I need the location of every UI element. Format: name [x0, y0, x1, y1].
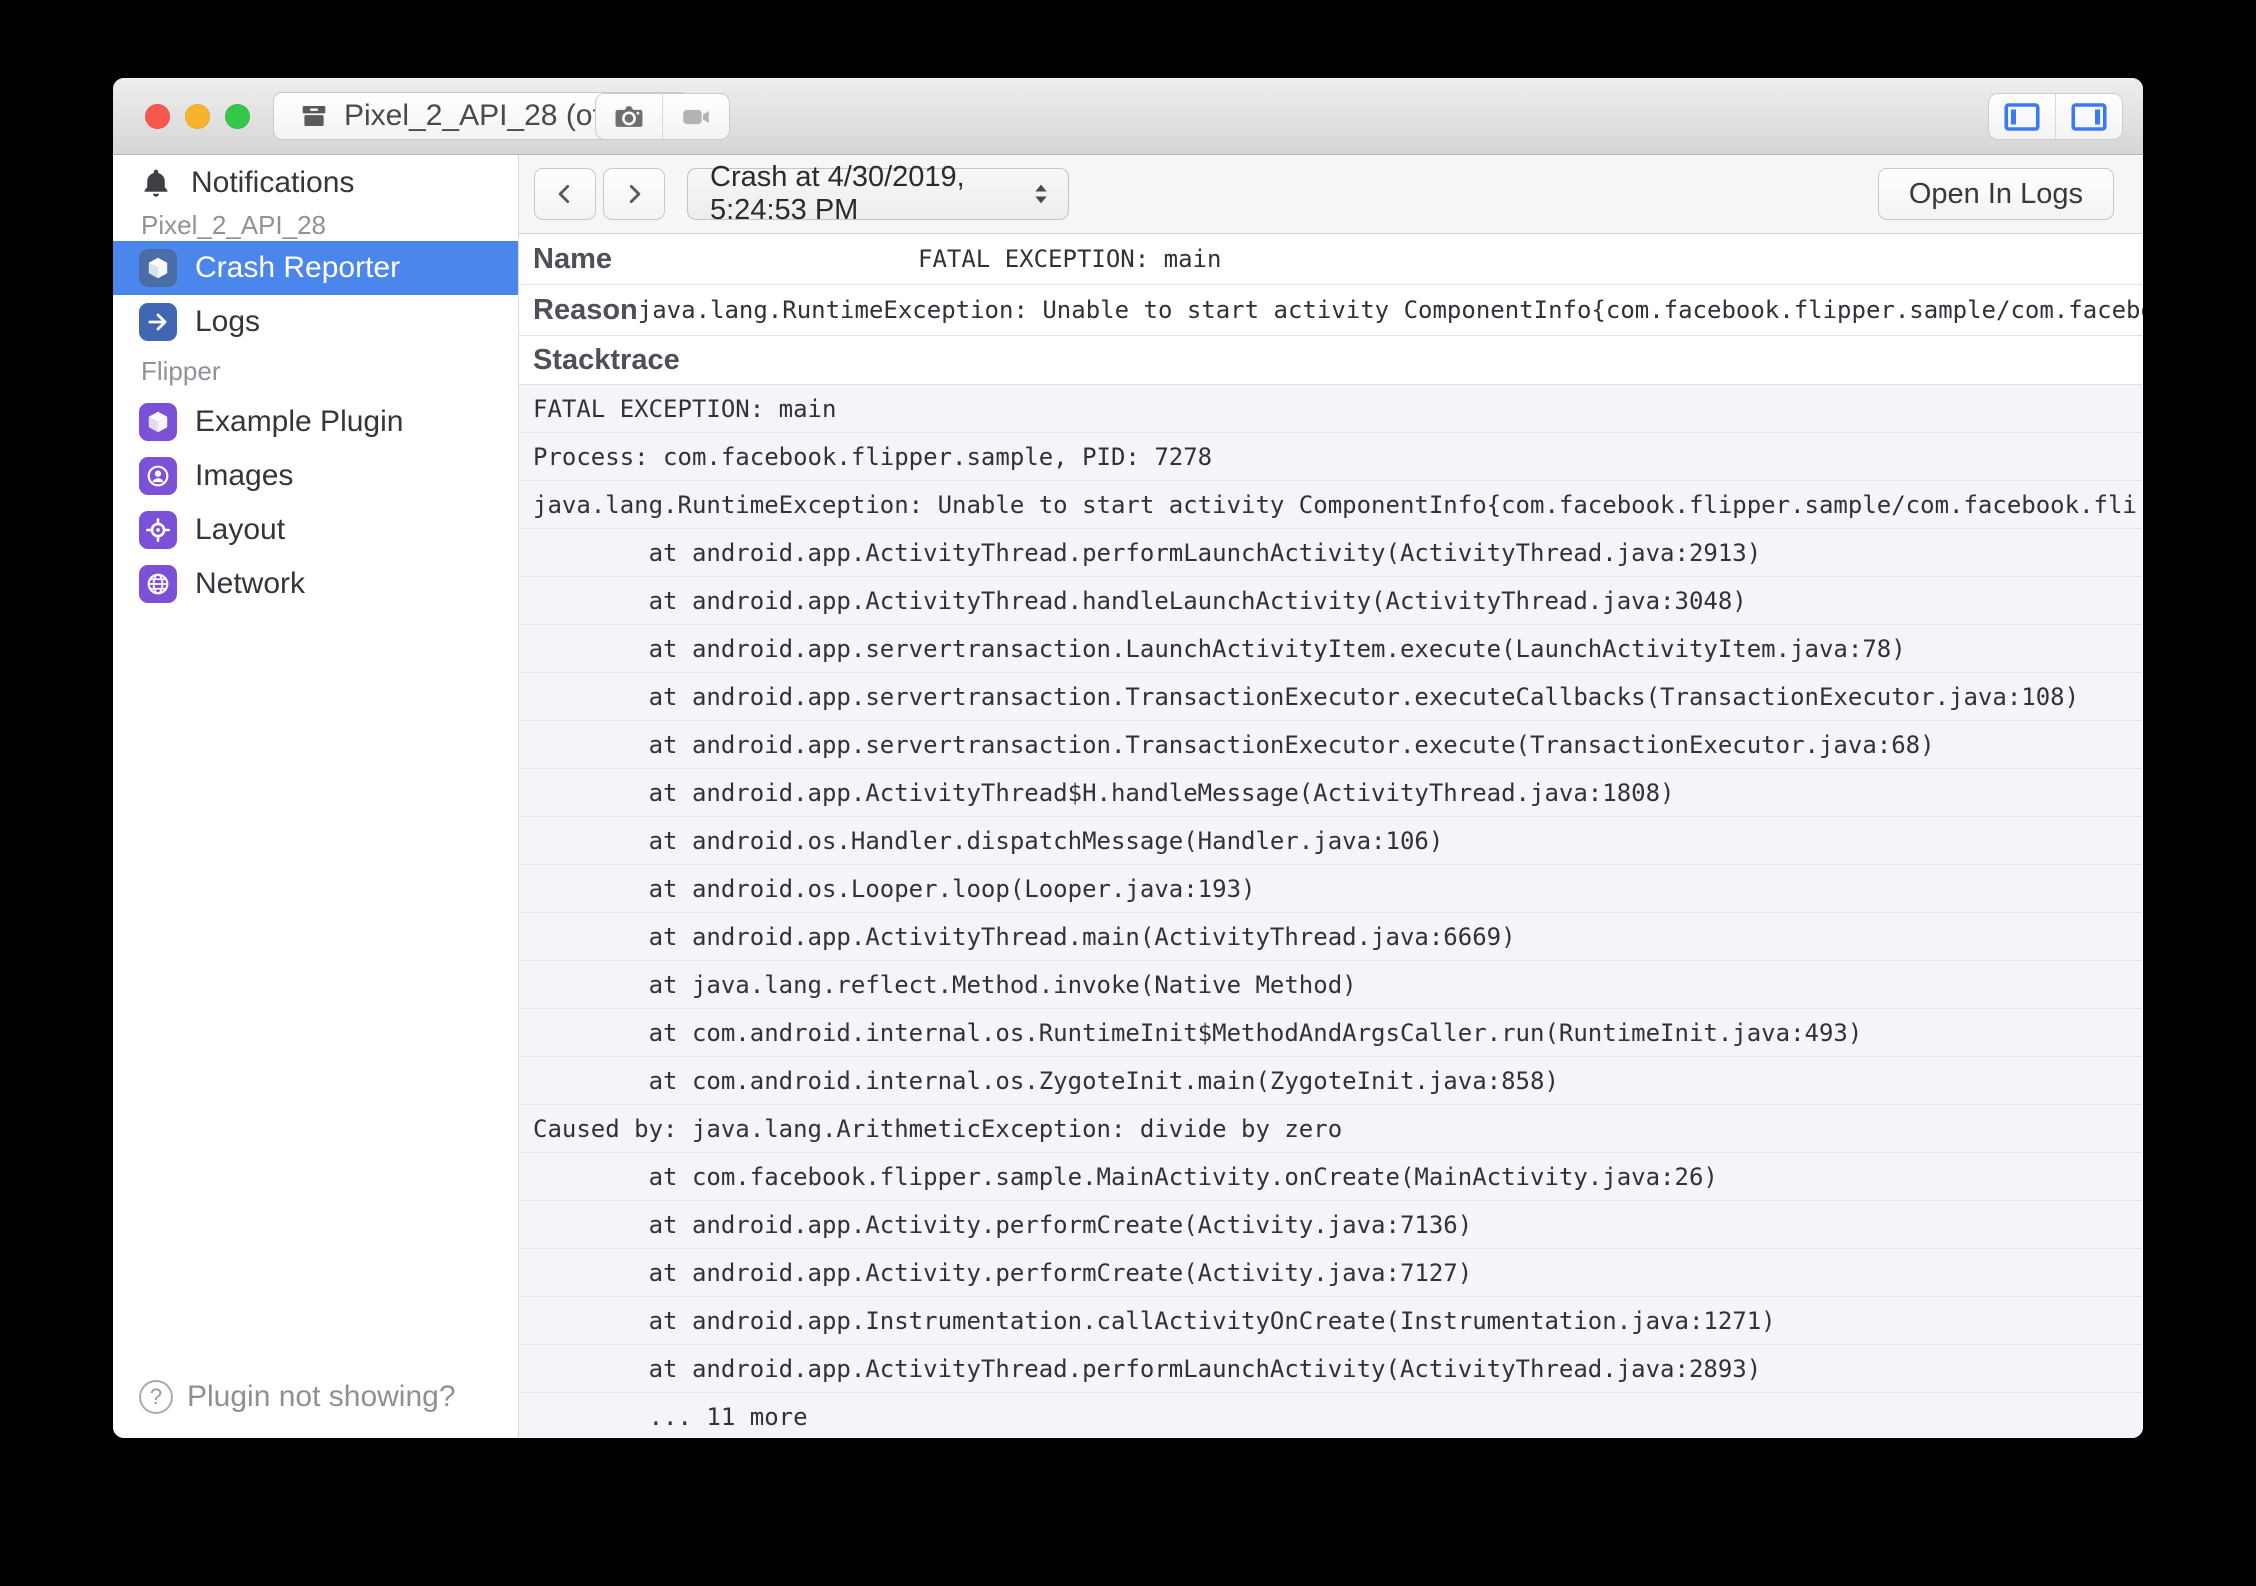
stacktrace-row: at com.android.internal.os.ZygoteInit.ma…	[519, 1057, 2143, 1105]
stacktrace-row: at android.app.Activity.performCreate(Ac…	[519, 1201, 2143, 1249]
updown-arrows-icon	[1030, 179, 1052, 209]
sidebar-section-device: Pixel_2_API_28	[113, 211, 518, 241]
sidebar-item-layout[interactable]: Layout	[113, 503, 518, 557]
screenshot-button[interactable]	[596, 94, 662, 139]
sidebar-item-crash-reporter[interactable]: Crash Reporter	[113, 241, 518, 295]
camera-icon	[612, 100, 646, 134]
stacktrace-row: FATAL EXCEPTION: main	[519, 385, 2143, 433]
stacktrace-row: at com.android.internal.os.RuntimeInit$M…	[519, 1009, 2143, 1057]
crash-details: Name FATAL EXCEPTION: main Reason java.l…	[519, 234, 2143, 1438]
user-circle-icon	[139, 457, 177, 495]
open-in-logs-button[interactable]: Open In Logs	[1878, 168, 2114, 220]
panel-toggle-group	[1988, 93, 2123, 140]
previous-crash-button[interactable]	[534, 168, 596, 220]
video-camera-icon	[679, 100, 713, 134]
sidebar-item-logs[interactable]: Logs	[113, 295, 518, 349]
plugin-help-link[interactable]: ? Plugin not showing?	[139, 1380, 456, 1414]
chevron-left-icon	[552, 181, 578, 207]
sidebar: Notifications Pixel_2_API_28 Crash Repor…	[113, 155, 519, 1438]
stacktrace-row: at android.app.Activity.performCreate(Ac…	[519, 1249, 2143, 1297]
stacktrace-row: at android.app.ActivityThread$H.handleMe…	[519, 769, 2143, 817]
sidebar-item-label: Layout	[195, 513, 285, 547]
stacktrace-row: at android.os.Handler.dispatchMessage(Ha…	[519, 817, 2143, 865]
stacktrace-row: at android.app.servertransaction.Transac…	[519, 721, 2143, 769]
bell-icon	[139, 166, 173, 200]
panel-right-icon	[2071, 102, 2107, 132]
sidebar-item-label: Network	[195, 567, 305, 601]
cube-icon	[139, 249, 177, 287]
plugin-help-label: Plugin not showing?	[187, 1380, 456, 1414]
crash-toolbar: Crash at 4/30/2019, 5:24:53 PM Open In L…	[519, 155, 2143, 234]
stacktrace-list: FATAL EXCEPTION: mainProcess: com.facebo…	[519, 385, 2143, 1438]
crash-reason-label: Reason	[533, 294, 638, 327]
zoom-window-button[interactable]	[225, 104, 250, 129]
toggle-right-sidebar-button[interactable]	[2055, 94, 2122, 139]
screen-record-button[interactable]	[662, 94, 729, 139]
stacktrace-row: at java.lang.reflect.Method.invoke(Nativ…	[519, 961, 2143, 1009]
crash-name-value: FATAL EXCEPTION: main	[918, 245, 1221, 273]
stacktrace-row: at android.app.ActivityThread.performLau…	[519, 529, 2143, 577]
minimize-window-button[interactable]	[185, 104, 210, 129]
chevron-right-icon	[621, 181, 647, 207]
open-in-logs-label: Open In Logs	[1909, 178, 2083, 211]
flipper-window: Pixel_2_API_28 (offline)	[113, 78, 2143, 1438]
toggle-left-sidebar-button[interactable]	[1989, 94, 2055, 139]
sidebar-item-example-plugin[interactable]: Example Plugin	[113, 395, 518, 449]
main-panel: Crash at 4/30/2019, 5:24:53 PM Open In L…	[519, 155, 2143, 1438]
sidebar-item-network[interactable]: Network	[113, 557, 518, 611]
panel-left-icon	[2004, 102, 2040, 132]
stacktrace-header-row: Stacktrace	[519, 336, 2143, 385]
archive-box-icon	[298, 100, 330, 132]
crash-reason-row: Reason java.lang.RuntimeException: Unabl…	[519, 285, 2143, 336]
stacktrace-row: at android.app.servertransaction.LaunchA…	[519, 625, 2143, 673]
crash-name-label: Name	[533, 243, 612, 276]
target-icon	[139, 511, 177, 549]
sidebar-item-notifications[interactable]: Notifications	[113, 155, 518, 211]
stacktrace-row: java.lang.RuntimeException: Unable to st…	[519, 481, 2143, 529]
crash-select-value: Crash at 4/30/2019, 5:24:53 PM	[710, 161, 1030, 227]
sidebar-item-label: Crash Reporter	[195, 251, 400, 285]
stacktrace-row: Caused by: java.lang.ArithmeticException…	[519, 1105, 2143, 1153]
sidebar-item-label: Images	[195, 459, 293, 493]
traffic-lights	[145, 78, 250, 154]
titlebar: Pixel_2_API_28 (offline)	[113, 78, 2143, 155]
stacktrace-row: at android.app.ActivityThread.performLau…	[519, 1345, 2143, 1393]
next-crash-button[interactable]	[603, 168, 665, 220]
sidebar-item-label: Example Plugin	[195, 405, 403, 439]
stacktrace-row: at com.facebook.flipper.sample.MainActiv…	[519, 1153, 2143, 1201]
cube-icon	[139, 403, 177, 441]
stacktrace-row: at android.app.Instrumentation.callActiv…	[519, 1297, 2143, 1345]
sidebar-item-label: Logs	[195, 305, 260, 339]
stacktrace-row: Process: com.facebook.flipper.sample, PI…	[519, 433, 2143, 481]
stacktrace-row: at android.app.servertransaction.Transac…	[519, 673, 2143, 721]
stacktrace-label: Stacktrace	[533, 344, 680, 377]
crash-select-dropdown[interactable]: Crash at 4/30/2019, 5:24:53 PM	[687, 168, 1069, 220]
sidebar-item-label: Notifications	[191, 166, 354, 200]
question-circle-icon: ?	[139, 1380, 173, 1414]
globe-icon	[139, 565, 177, 603]
crash-name-row: Name FATAL EXCEPTION: main	[519, 234, 2143, 285]
stacktrace-row: at android.app.ActivityThread.main(Activ…	[519, 913, 2143, 961]
close-window-button[interactable]	[145, 104, 170, 129]
crash-reason-value: java.lang.RuntimeException: Unable to st…	[638, 296, 2143, 324]
sidebar-section-flipper: Flipper	[113, 349, 518, 395]
arrow-right-icon	[139, 303, 177, 341]
stacktrace-row: ... 11 more	[519, 1393, 2143, 1438]
stacktrace-row: at android.os.Looper.loop(Looper.java:19…	[519, 865, 2143, 913]
capture-button-group	[595, 93, 730, 140]
stacktrace-row: at android.app.ActivityThread.handleLaun…	[519, 577, 2143, 625]
sidebar-item-images[interactable]: Images	[113, 449, 518, 503]
